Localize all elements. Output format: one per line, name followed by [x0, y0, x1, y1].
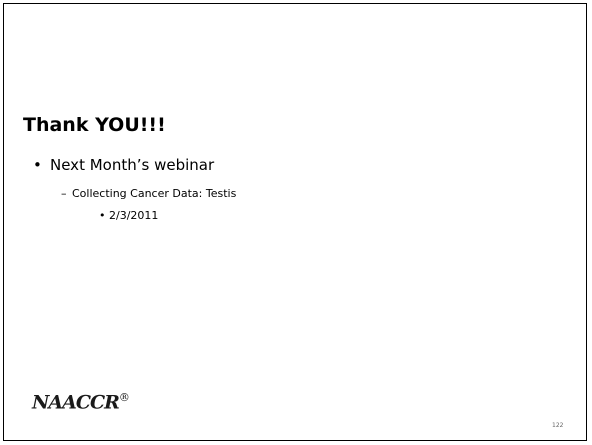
bullet-text-topic: Collecting Cancer Data: Testis — [72, 187, 237, 200]
logo-text: NAACCR — [32, 391, 120, 414]
naaccr-logo: NAACCR® — [32, 391, 130, 414]
bullet-icon: • — [99, 209, 106, 222]
bullet-item-level3: • 2/3/2011 — [99, 209, 158, 222]
bullet-text-date: 2/3/2011 — [109, 209, 159, 222]
bullet-text-webinar: Next Month’s webinar — [50, 156, 215, 174]
slide-title: Thank YOU!!! — [23, 114, 166, 136]
slide: Thank YOU!!! • Next Month’s webinar – Co… — [3, 3, 587, 441]
page-number: 122 — [552, 422, 564, 429]
registered-mark: ® — [118, 391, 130, 404]
dash-icon: – — [61, 187, 67, 200]
bullet-item-level1: • Next Month’s webinar — [33, 156, 214, 174]
bullet-icon: • — [33, 156, 42, 174]
bullet-item-level2: – Collecting Cancer Data: Testis — [61, 187, 236, 200]
